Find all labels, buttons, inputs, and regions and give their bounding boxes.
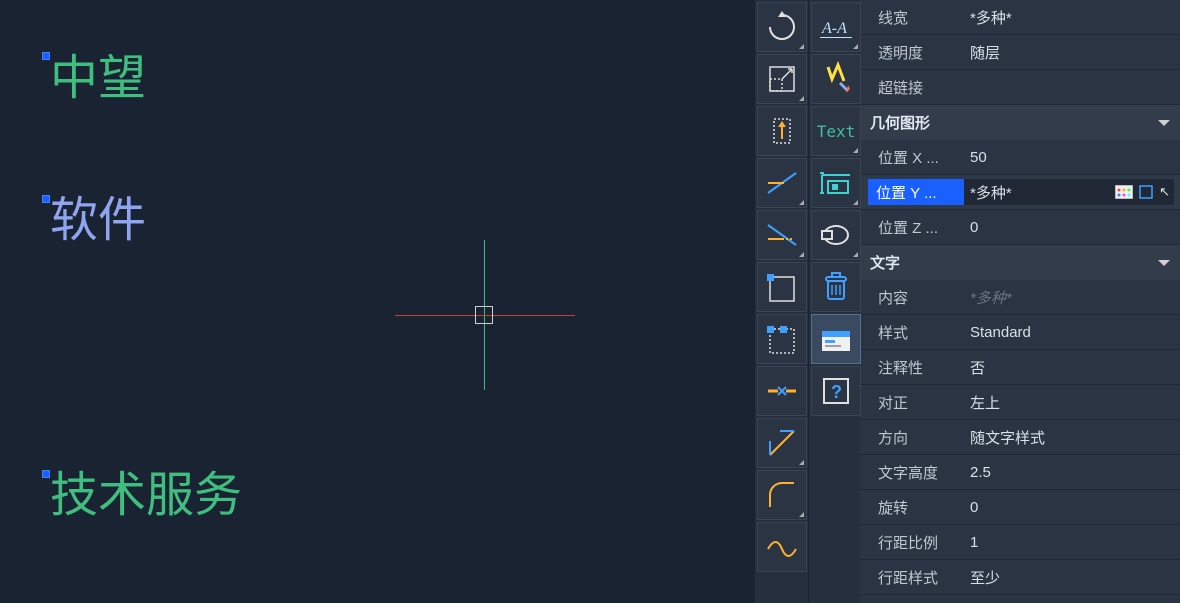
extend-tool[interactable] bbox=[757, 210, 807, 260]
prop-label: 位置 X ... bbox=[860, 147, 964, 168]
viewport-tool[interactable] bbox=[811, 210, 861, 260]
prop-label: 文字高度 bbox=[860, 462, 964, 483]
prop-row-position-z[interactable]: 位置 Z ... 0 bbox=[860, 210, 1180, 245]
tool-palettes: A-A Text ? bbox=[754, 0, 860, 603]
prop-row-line-space-style[interactable]: 行距样式 至少 bbox=[860, 560, 1180, 595]
prop-label: 样式 bbox=[860, 322, 964, 343]
picker-icon[interactable] bbox=[1139, 185, 1153, 199]
prop-label: 线宽 bbox=[860, 7, 964, 28]
prop-row-style[interactable]: 样式 Standard bbox=[860, 315, 1180, 350]
prop-label: 行距比例 bbox=[860, 532, 964, 553]
trim-tool[interactable] bbox=[757, 158, 807, 208]
modify-toolbar bbox=[754, 0, 808, 603]
delete-tool[interactable] bbox=[811, 262, 861, 312]
text-tool[interactable]: Text bbox=[811, 106, 861, 156]
prop-value-text: *多种* bbox=[970, 182, 1012, 203]
prop-row-direction[interactable]: 方向 随文字样式 bbox=[860, 420, 1180, 455]
prop-row-line-spacing[interactable]: 行距比例 1 bbox=[860, 525, 1180, 560]
selection-grip[interactable] bbox=[42, 470, 50, 478]
prop-row-content[interactable]: 内容 *多种* bbox=[860, 280, 1180, 315]
prop-value[interactable]: 2.5 bbox=[964, 464, 1180, 481]
drawing-canvas[interactable]: 中望 软件 技术服务 bbox=[0, 0, 754, 603]
prop-value[interactable]: 否 bbox=[964, 357, 1180, 378]
prop-row-text-height[interactable]: 文字高度 2.5 bbox=[860, 455, 1180, 490]
prop-label: 行距样式 bbox=[860, 567, 964, 588]
chevron-down-icon bbox=[1158, 120, 1170, 126]
prop-label: 超链接 bbox=[860, 77, 964, 98]
help-tool[interactable]: ? bbox=[811, 366, 861, 416]
break-at-point-tool[interactable] bbox=[757, 262, 807, 312]
canvas-text-1[interactable]: 中望 bbox=[50, 38, 146, 108]
canvas-text-3[interactable]: 技术服务 bbox=[50, 455, 242, 525]
break-tool[interactable] bbox=[757, 314, 807, 364]
chevron-down-icon bbox=[1158, 260, 1170, 266]
scale-tool[interactable] bbox=[757, 54, 807, 104]
prop-row-lineweight[interactable]: 线宽 *多种* bbox=[860, 0, 1180, 35]
prop-label: 位置 Y ... bbox=[868, 179, 964, 205]
canvas-text-2[interactable]: 软件 bbox=[50, 180, 146, 250]
svg-text:A-A: A-A bbox=[821, 20, 847, 37]
prop-label: 注释性 bbox=[860, 357, 964, 378]
prop-value[interactable]: 至少 bbox=[964, 567, 1180, 588]
prop-value[interactable]: 随文字样式 bbox=[964, 427, 1180, 448]
prop-row-position-y[interactable]: 位置 Y ... *多种* ↖ bbox=[860, 175, 1180, 210]
join-tool[interactable] bbox=[757, 366, 807, 416]
section-header-geometry[interactable]: 几何图形 bbox=[860, 105, 1180, 140]
prop-label: 方向 bbox=[860, 427, 964, 448]
section-title: 几何图形 bbox=[870, 112, 930, 133]
prop-value[interactable]: 50 bbox=[964, 149, 1180, 166]
prop-value[interactable]: Standard bbox=[964, 324, 1180, 341]
prop-label: 透明度 bbox=[860, 42, 964, 63]
crosshair-pickbox bbox=[475, 306, 493, 324]
prop-row-hyperlink[interactable]: 超链接 bbox=[860, 70, 1180, 105]
prop-row-transparency[interactable]: 透明度 随层 bbox=[860, 35, 1180, 70]
quick-properties-tool[interactable] bbox=[811, 54, 861, 104]
spline-edit-tool[interactable] bbox=[757, 522, 807, 572]
text-tool-label: Text bbox=[817, 122, 856, 141]
prop-label: 对正 bbox=[860, 392, 964, 413]
section-header-text[interactable]: 文字 bbox=[860, 245, 1180, 280]
prop-value[interactable]: *多种* bbox=[964, 287, 1180, 308]
selection-grip[interactable] bbox=[42, 52, 50, 60]
prop-value[interactable]: 0 bbox=[964, 219, 1180, 236]
prop-label: 内容 bbox=[860, 287, 964, 308]
prop-value[interactable]: *多种* ↖ bbox=[964, 179, 1174, 205]
prop-value[interactable]: 左上 bbox=[964, 392, 1180, 413]
selection-grip[interactable] bbox=[42, 195, 50, 203]
stretch-tool[interactable] bbox=[757, 106, 807, 156]
prop-label: 位置 Z ... bbox=[860, 217, 964, 238]
prop-value[interactable]: 0 bbox=[964, 499, 1180, 516]
properties-panel: 线宽 *多种* 透明度 随层 超链接 几何图形 位置 X ... 50 位置 Y… bbox=[860, 0, 1180, 603]
section-title: 文字 bbox=[870, 252, 900, 273]
prop-value[interactable]: 1 bbox=[964, 534, 1180, 551]
cursor-icon: ↖ bbox=[1159, 184, 1170, 200]
calculator-icon[interactable] bbox=[1115, 185, 1133, 199]
prop-row-justify[interactable]: 对正 左上 bbox=[860, 385, 1180, 420]
text-style-tool[interactable]: A-A bbox=[811, 2, 861, 52]
utility-toolbar: A-A Text ? bbox=[808, 0, 860, 603]
rotate-tool[interactable] bbox=[757, 2, 807, 52]
block-tool[interactable] bbox=[811, 158, 861, 208]
properties-panel-tool[interactable] bbox=[811, 314, 861, 364]
svg-text:?: ? bbox=[831, 382, 842, 402]
prop-value[interactable]: *多种* bbox=[964, 7, 1180, 28]
prop-row-rotation[interactable]: 旋转 0 bbox=[860, 490, 1180, 525]
chamfer-tool[interactable] bbox=[757, 418, 807, 468]
prop-label: 旋转 bbox=[860, 497, 964, 518]
prop-row-position-x[interactable]: 位置 X ... 50 bbox=[860, 140, 1180, 175]
prop-row-annotative[interactable]: 注释性 否 bbox=[860, 350, 1180, 385]
prop-value[interactable]: 随层 bbox=[964, 42, 1180, 63]
fillet-tool[interactable] bbox=[757, 470, 807, 520]
